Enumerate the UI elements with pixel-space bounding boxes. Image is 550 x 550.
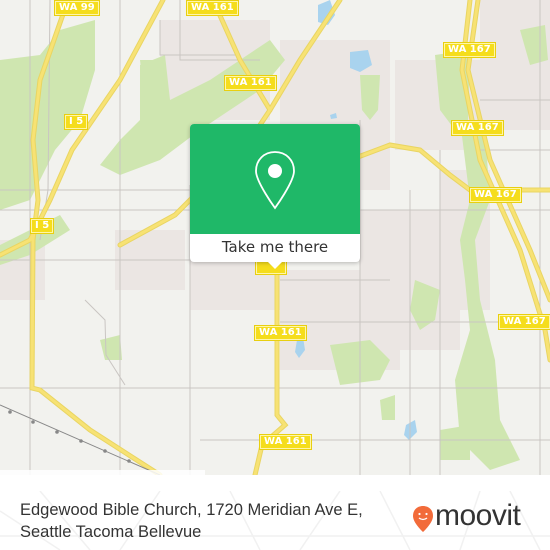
address-line-1: Edgewood Bible Church, 1720 Meridian Ave… bbox=[20, 501, 363, 519]
road-shield-wa167: WA 167 bbox=[498, 314, 550, 330]
popup-pointer bbox=[267, 261, 283, 269]
road-shield-wa161: WA 161 bbox=[186, 0, 239, 16]
moovit-pin-icon bbox=[413, 506, 433, 532]
road-shield-i5: I 5 bbox=[64, 114, 89, 130]
road-shield-wa167: WA 167 bbox=[451, 120, 504, 136]
map-attribution[interactable]: © OpenStreetMap contributors bbox=[0, 470, 205, 475]
road-shield-wa161: WA 161 bbox=[259, 434, 312, 450]
footer: Edgewood Bible Church, 1720 Meridian Ave… bbox=[0, 491, 550, 550]
road-shield-wa167: WA 167 bbox=[443, 42, 496, 58]
address-line-2: Seattle Tacoma Bellevue bbox=[20, 523, 202, 541]
road-shield-wa99: WA 99 bbox=[54, 0, 100, 16]
map-view[interactable]: WA 99 WA 161 WA 161 I 5 I 5 WA 167 WA 16… bbox=[0, 0, 550, 475]
map-pin-icon bbox=[255, 151, 295, 210]
road-shield-wa161: WA 161 bbox=[224, 75, 277, 91]
location-popup: Take me there bbox=[190, 124, 360, 269]
location-address: Edgewood Bible Church, 1720 Meridian Ave… bbox=[20, 499, 363, 543]
road-shield-wa161: WA 161 bbox=[254, 325, 307, 341]
road-shield-i5: I 5 bbox=[30, 218, 55, 234]
road-shield-wa167: WA 167 bbox=[469, 187, 522, 203]
take-me-there-button[interactable]: Take me there bbox=[190, 234, 360, 262]
moovit-wordmark: moovit bbox=[435, 499, 521, 532]
popup-header bbox=[190, 124, 360, 234]
railway bbox=[0, 404, 161, 475]
